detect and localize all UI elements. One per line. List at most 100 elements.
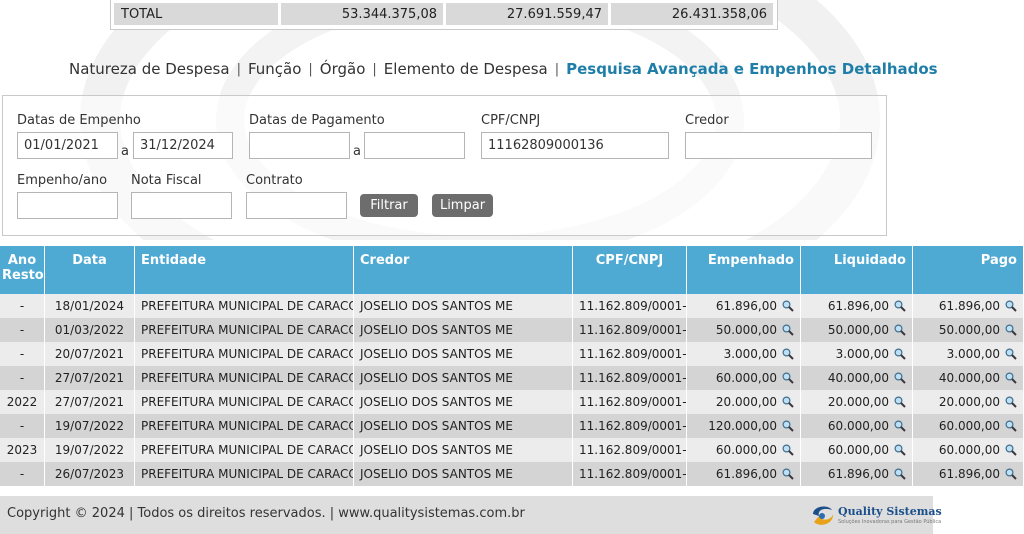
magnifier-icon[interactable] [782, 468, 794, 480]
cell-cpf-cnpj: 11.162.809/0001-36 [573, 366, 687, 390]
empenho-date-from-input[interactable]: 01/01/2021 [17, 132, 118, 159]
magnifier-icon[interactable] [782, 396, 794, 408]
header-liquidado[interactable]: Liquidado [801, 246, 913, 294]
cell-data: 01/03/2022 [45, 318, 135, 342]
cell-cpf-cnpj: 11.162.809/0001-36 [573, 414, 687, 438]
table-row: - 01/03/2022 PREFEITURA MUNICIPAL DE CARAC… [0, 318, 1024, 342]
nav-funcao[interactable]: Função [248, 60, 301, 78]
nav-elemento-despesa[interactable]: Elemento de Despesa [384, 60, 548, 78]
cell-data-value: 27/07/2021 [54, 395, 125, 409]
cell-data: 18/01/2024 [45, 294, 135, 318]
cell-liquidado: 60.000,00 [801, 414, 913, 438]
magnifier-icon[interactable] [1005, 324, 1017, 336]
nav-natureza-despesa[interactable]: Natureza de Despesa [69, 60, 230, 78]
cell-cpf-cnpj-value: 11.162.809/0001-36 [579, 443, 687, 457]
cell-pago: 61.896,00 [913, 462, 1024, 486]
cell-credor-value: JOSELIO DOS SANTOS ME [360, 323, 513, 337]
cell-pago: 3.000,00 [913, 342, 1024, 366]
magnifier-icon[interactable] [782, 348, 794, 360]
header-ano-resto[interactable]: Ano Resto [0, 246, 45, 294]
pagamento-date-to-input[interactable] [364, 132, 465, 159]
cell-ano-resto-value: - [19, 323, 25, 337]
report-nav: Natureza de Despesa | Função | Órgão | E… [69, 60, 938, 78]
cpf-cnpj-input[interactable]: 11162809000136 [481, 132, 669, 159]
magnifier-icon[interactable] [1005, 300, 1017, 312]
cell-credor-value: JOSELIO DOS SANTOS ME [360, 467, 513, 481]
magnifier-icon[interactable] [894, 300, 906, 312]
magnifier-icon[interactable] [1005, 444, 1017, 456]
header-empenhado[interactable]: Empenhado [687, 246, 801, 294]
cell-credor-value: JOSELIO DOS SANTOS ME [360, 299, 513, 313]
magnifier-icon[interactable] [1005, 396, 1017, 408]
cell-cpf-cnpj: 11.162.809/0001-36 [573, 462, 687, 486]
logo-subtext: Soluções Inovadoras para Gestão Pública [838, 519, 942, 525]
filtrar-button[interactable]: Filtrar [360, 194, 418, 217]
header-cpf-cnpj[interactable]: CPF/CNPJ [573, 246, 687, 294]
header-data[interactable]: Data [45, 246, 135, 294]
range-separator: a [353, 144, 361, 159]
cell-liquidado-value: 61.896,00 [827, 299, 889, 313]
cell-entidade-value: PREFEITURA MUNICIPAL DE CARACOL [141, 323, 354, 337]
total-liquidado: 27.691.559,47 [446, 3, 608, 25]
cell-empenhado: 20.000,00 [687, 390, 801, 414]
cell-empenhado: 3.000,00 [687, 342, 801, 366]
magnifier-icon[interactable] [894, 420, 906, 432]
magnifier-icon[interactable] [1005, 348, 1017, 360]
magnifier-icon[interactable] [894, 324, 906, 336]
cell-liquidado: 50.000,00 [801, 318, 913, 342]
cell-empenhado: 60.000,00 [687, 366, 801, 390]
magnifier-icon[interactable] [894, 396, 906, 408]
cell-credor-value: JOSELIO DOS SANTOS ME [360, 347, 513, 361]
logo-icon [813, 506, 834, 525]
magnifier-icon[interactable] [894, 348, 906, 360]
contrato-input[interactable] [246, 192, 347, 219]
cell-credor-value: JOSELIO DOS SANTOS ME [360, 395, 513, 409]
cell-pago: 60.000,00 [913, 414, 1024, 438]
nav-pesquisa-avancada[interactable]: Pesquisa Avançada e Empenhos Detalhados [566, 60, 938, 78]
magnifier-icon[interactable] [1005, 372, 1017, 384]
header-pago[interactable]: Pago [913, 246, 1024, 294]
cell-ano-resto: - [0, 414, 45, 438]
nav-separator: | [372, 61, 377, 77]
cell-pago: 60.000,00 [913, 438, 1024, 462]
nav-orgao[interactable]: Órgão [320, 60, 366, 78]
magnifier-icon[interactable] [1005, 420, 1017, 432]
table-row: 2023 19/07/2022 PREFEITURA MUNICIPAL DE CA… [0, 438, 1024, 462]
magnifier-icon[interactable] [894, 372, 906, 384]
magnifier-icon[interactable] [782, 372, 794, 384]
header-credor[interactable]: Credor [354, 246, 573, 294]
magnifier-icon[interactable] [782, 324, 794, 336]
cell-liquidado: 61.896,00 [801, 462, 913, 486]
cell-pago-value: 3.000,00 [946, 347, 1000, 361]
cell-ano-resto-value: - [19, 299, 25, 313]
cell-cpf-cnpj-value: 11.162.809/0001-36 [579, 395, 687, 409]
cell-credor: JOSELIO DOS SANTOS ME [354, 390, 573, 414]
cell-entidade: PREFEITURA MUNICIPAL DE CARACOL [135, 366, 354, 390]
credor-input[interactable] [685, 132, 872, 159]
cell-ano-resto: - [0, 342, 45, 366]
nota-fiscal-input[interactable] [131, 192, 232, 219]
empenho-date-to-input[interactable]: 31/12/2024 [133, 132, 233, 159]
magnifier-icon[interactable] [894, 468, 906, 480]
magnifier-icon[interactable] [1005, 468, 1017, 480]
cell-liquidado-value: 3.000,00 [835, 347, 889, 361]
cell-credor-value: JOSELIO DOS SANTOS ME [360, 371, 513, 385]
magnifier-icon[interactable] [782, 420, 794, 432]
empenho-ano-input[interactable] [17, 192, 118, 219]
cell-pago-value: 61.896,00 [938, 467, 1000, 481]
cell-data: 19/07/2022 [45, 438, 135, 462]
cell-entidade: PREFEITURA MUNICIPAL DE CARACOL [135, 414, 354, 438]
pagamento-date-from-input[interactable] [249, 132, 350, 159]
magnifier-icon[interactable] [782, 300, 794, 312]
quality-sistemas-logo[interactable]: Quality Sistemas Soluções Inovadoras par… [810, 502, 942, 530]
credor-label: Credor [685, 113, 729, 128]
cell-ano-resto: - [0, 318, 45, 342]
magnifier-icon[interactable] [782, 444, 794, 456]
magnifier-icon[interactable] [894, 444, 906, 456]
cell-data: 26/07/2023 [45, 462, 135, 486]
header-entidade[interactable]: Entidade [135, 246, 354, 294]
limpar-button[interactable]: Limpar [432, 194, 493, 217]
nav-separator: | [236, 61, 241, 77]
cell-entidade-value: PREFEITURA MUNICIPAL DE CARACOL [141, 371, 354, 385]
cell-pago: 40.000,00 [913, 366, 1024, 390]
